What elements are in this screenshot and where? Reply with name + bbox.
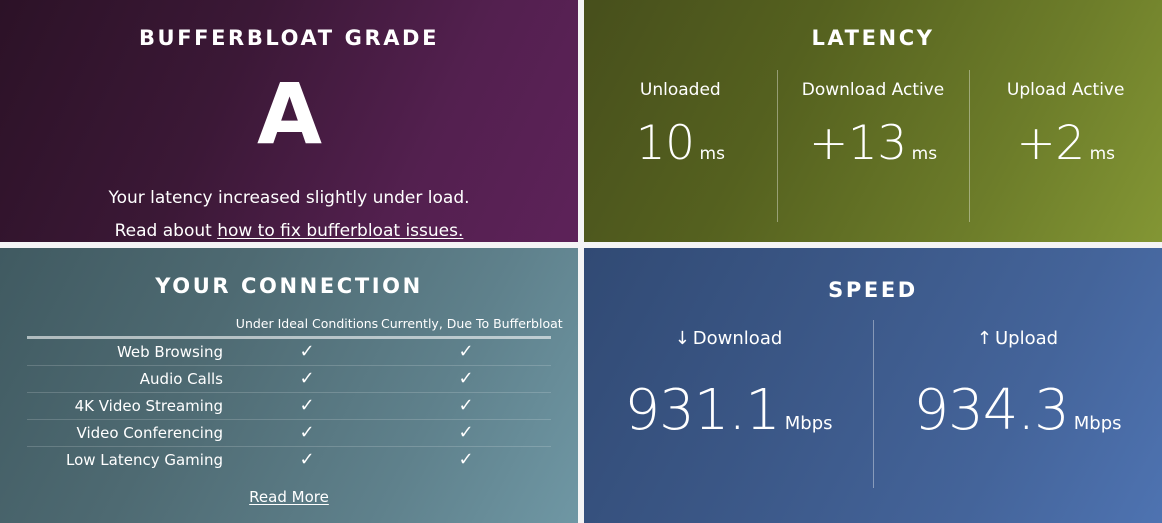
check-icon: ✓: [458, 449, 474, 470]
table-row: Video Conferencing ✓ ✓: [27, 419, 551, 447]
current-status-cell: ✓: [381, 447, 551, 474]
upload-value: 934.3 Mbps: [913, 383, 1121, 439]
speed-title: SPEED: [828, 278, 918, 302]
latency-summary-text: Your latency increased slightly under lo…: [108, 188, 470, 208]
latency-surface: LATENCY Unloaded 10 ms Download Active +…: [584, 0, 1162, 242]
latency-measurement-upload-active: Upload Active +2 ms: [969, 70, 1162, 242]
latency-panel: LATENCY Unloaded 10 ms Download Active +…: [581, 0, 1162, 245]
read-more-link[interactable]: Read More: [249, 488, 329, 506]
arrow-down-icon: ↓: [674, 328, 690, 349]
check-icon: ✓: [458, 422, 474, 443]
download-number: 931.1: [624, 378, 780, 443]
ideal-status-cell: ✓: [233, 419, 381, 447]
bufferbloat-grade-letter: A: [256, 65, 322, 163]
speed-surface: SPEED ↓ Download 931.1 Mbps ↑ Upload 934.3: [584, 248, 1162, 523]
bufferbloat-grade-description: Your latency increased slightly under lo…: [108, 182, 469, 242]
download-label-row: ↓ Download: [675, 328, 783, 349]
table-row: Web Browsing ✓ ✓: [27, 337, 551, 366]
upload-label-row: ↑ Upload: [977, 328, 1058, 349]
check-icon: ✓: [299, 341, 315, 362]
latency-download-active-value: +13 ms: [809, 120, 937, 167]
your-connection-panel: YOUR CONNECTION Under Ideal Conditions C…: [0, 245, 581, 523]
activity-label: Audio Calls: [27, 365, 233, 393]
ideal-status-cell: ✓: [233, 392, 381, 420]
read-about-prefix: Read about: [114, 221, 218, 242]
speed-panel: SPEED ↓ Download 931.1 Mbps ↑ Upload 934.3: [581, 245, 1162, 523]
latency-measurement-download-active: Download Active +13 ms: [776, 70, 970, 242]
latency-upload-active-number: +2: [1016, 116, 1085, 171]
column-header-current-bufferbloat: Currently, Due To Bufferbloat: [381, 316, 563, 331]
latency-download-active-label: Download Active: [801, 80, 945, 100]
activity-label: 4K Video Streaming: [27, 392, 233, 420]
latency-title: LATENCY: [811, 26, 935, 50]
read-about-line: Read about how to fix bufferbloat issues…: [108, 215, 469, 242]
arrow-up-icon: ↑: [976, 328, 992, 349]
latency-unloaded-label: Unloaded: [639, 80, 721, 100]
check-icon: ✓: [299, 368, 315, 389]
latency-measurements: Unloaded 10 ms Download Active +13 ms Up…: [584, 70, 1162, 242]
read-more-container: Read More: [0, 488, 578, 506]
check-icon: ✓: [299, 395, 315, 416]
latency-upload-active-unit: ms: [1089, 144, 1116, 164]
your-connection-title: YOUR CONNECTION: [155, 274, 423, 298]
your-connection-surface: YOUR CONNECTION Under Ideal Conditions C…: [0, 248, 578, 523]
table-row: 4K Video Streaming ✓ ✓: [27, 392, 551, 420]
latency-upload-active-label: Upload Active: [1006, 80, 1125, 100]
upload-number: 934.3: [913, 378, 1069, 443]
current-status-cell: ✓: [381, 419, 551, 447]
check-icon: ✓: [458, 368, 474, 389]
ideal-status-cell: ✓: [233, 337, 381, 366]
connection-capability-table: Under Ideal Conditions Currently, Due To…: [27, 316, 563, 474]
latency-download-active-unit: ms: [911, 144, 938, 164]
latency-unloaded-number: 10: [635, 116, 695, 171]
upload-label: Upload: [995, 328, 1059, 349]
upload-unit: Mbps: [1073, 413, 1122, 434]
fix-bufferbloat-link[interactable]: how to fix bufferbloat issues.: [217, 221, 463, 241]
download-unit: Mbps: [784, 413, 833, 434]
table-body: Web Browsing ✓ ✓ Audio Calls ✓ ✓ 4K Vide…: [27, 337, 551, 474]
current-status-cell: ✓: [381, 392, 551, 420]
latency-measurement-unloaded: Unloaded 10 ms: [584, 80, 777, 242]
latency-unloaded-value: 10 ms: [636, 120, 725, 167]
current-status-cell: ✓: [381, 337, 551, 366]
ideal-status-cell: ✓: [233, 447, 381, 474]
speed-metrics: ↓ Download 931.1 Mbps ↑ Upload 934.3 Mbps: [584, 320, 1162, 523]
download-value: 931.1 Mbps: [624, 383, 832, 439]
activity-label: Video Conferencing: [27, 419, 233, 447]
bufferbloat-grade-surface: BUFFERBLOAT GRADE A Your latency increas…: [0, 0, 578, 242]
table-row: Audio Calls ✓ ✓: [27, 365, 551, 393]
bufferbloat-grade-title: BUFFERBLOAT GRADE: [138, 26, 440, 50]
latency-upload-active-value: +2 ms: [1016, 120, 1115, 167]
table-row: Low Latency Gaming ✓ ✓: [27, 447, 551, 474]
column-header-ideal-conditions: Under Ideal Conditions: [235, 316, 379, 331]
check-icon: ✓: [299, 449, 315, 470]
speed-metric-upload: ↑ Upload 934.3 Mbps: [873, 320, 1162, 523]
check-icon: ✓: [458, 341, 474, 362]
speedtest-results-dashboard: BUFFERBLOAT GRADE A Your latency increas…: [0, 0, 1162, 523]
latency-unloaded-unit: ms: [699, 144, 725, 164]
check-icon: ✓: [299, 422, 315, 443]
activity-label: Low Latency Gaming: [66, 451, 223, 469]
bufferbloat-grade-panel: BUFFERBLOAT GRADE A Your latency increas…: [0, 0, 581, 245]
check-icon: ✓: [458, 395, 474, 416]
download-label: Download: [692, 328, 783, 349]
table-header: Under Ideal Conditions Currently, Due To…: [27, 316, 563, 338]
latency-download-active-number: +13: [808, 116, 907, 171]
activity-label: Web Browsing: [27, 337, 233, 366]
column-header-activity: [27, 316, 233, 338]
ideal-status-cell: ✓: [233, 365, 381, 393]
current-status-cell: ✓: [381, 365, 551, 393]
table-header-row: Under Ideal Conditions Currently, Due To…: [27, 316, 563, 338]
speed-metric-download: ↓ Download 931.1 Mbps: [584, 328, 873, 523]
